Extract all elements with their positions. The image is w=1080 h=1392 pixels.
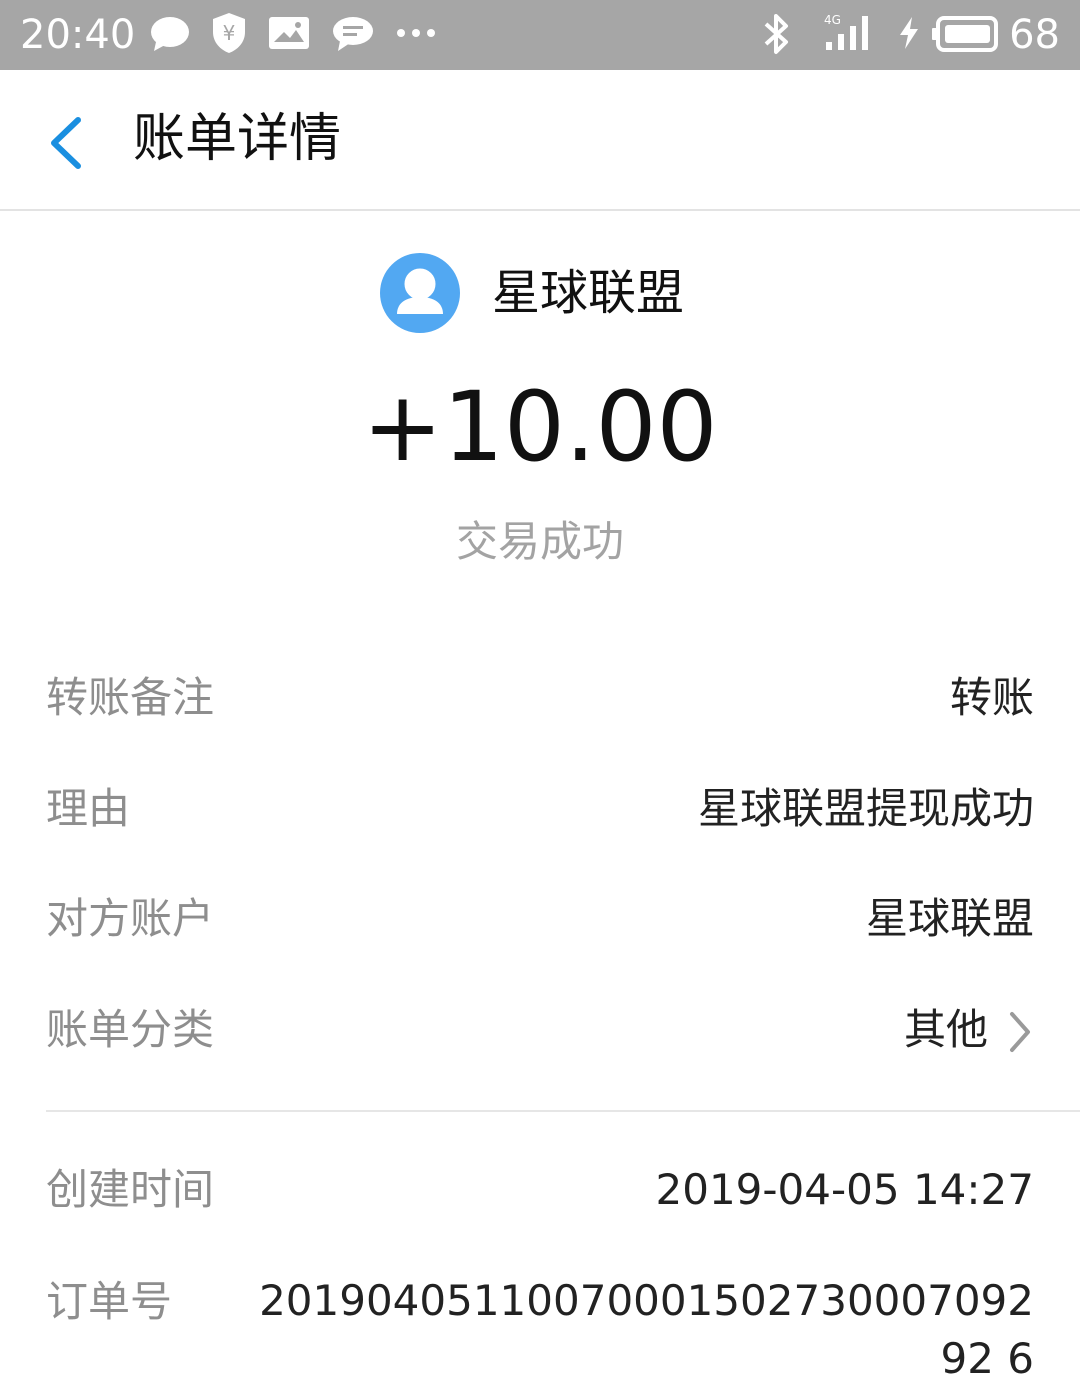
order-number-value: 2019040511007000150273000709292 6: [259, 1276, 1034, 1383]
detail-row-category[interactable]: 账单分类 其他: [46, 1000, 1034, 1060]
svg-text:¥: ¥: [223, 21, 236, 45]
detail-value: 星球联盟提现成功: [697, 784, 1034, 833]
detail-label: 理由: [46, 784, 131, 833]
battery-icon: [932, 16, 998, 52]
detail-row-counterparty: 对方账户 星球联盟: [46, 889, 1034, 949]
more-dots-icon: [397, 29, 435, 37]
meta-label: 创建时间: [46, 1165, 215, 1214]
title-bar: 账单详情: [0, 70, 1080, 211]
status-bar: 20:40 ¥ 4G 68: [0, 0, 1080, 70]
message-icon: [333, 17, 373, 51]
category-value[interactable]: 其他: [904, 1000, 988, 1060]
payee-name: 星球联盟: [492, 265, 685, 321]
transaction-amount: +10.00: [362, 371, 718, 483]
page-title: 账单详情: [133, 109, 342, 169]
detail-value: 星球联盟: [865, 894, 1034, 943]
avatar: [380, 253, 460, 333]
bluetooth-icon: [764, 14, 788, 54]
back-button[interactable]: [40, 106, 100, 176]
transaction-status: 交易成功: [455, 517, 624, 566]
battery-level: 68: [1009, 12, 1060, 58]
detail-value: 转账: [949, 673, 1034, 722]
payee: 星球联盟: [380, 253, 684, 333]
signal-4g-icon: 4G: [824, 13, 868, 50]
chevron-left-icon: [51, 117, 81, 169]
chevron-right-icon[interactable]: [1006, 1010, 1034, 1054]
svg-text:4G: 4G: [824, 13, 841, 27]
detail-row-reason: 理由 星球联盟提现成功: [46, 779, 1034, 839]
meta-row-created-time: 创建时间 2019-04-05 14:27: [46, 1160, 1034, 1220]
detail-label: 转账备注: [46, 673, 215, 722]
image-icon: [269, 17, 309, 49]
section-divider: [46, 1110, 1080, 1112]
shield-yen-icon: ¥: [213, 13, 245, 53]
meta-label: 订单号: [46, 1277, 173, 1326]
charging-icon: [900, 17, 918, 49]
chat-bubble-icon: [151, 17, 189, 51]
detail-row-remark: 转账备注 转账: [46, 668, 1034, 728]
detail-label: 账单分类: [46, 1005, 215, 1054]
status-time: 20:40: [20, 12, 136, 58]
user-icon: [397, 268, 443, 314]
detail-label: 对方账户: [46, 894, 215, 943]
created-time-value: 2019-04-05 14:27: [655, 1165, 1034, 1214]
